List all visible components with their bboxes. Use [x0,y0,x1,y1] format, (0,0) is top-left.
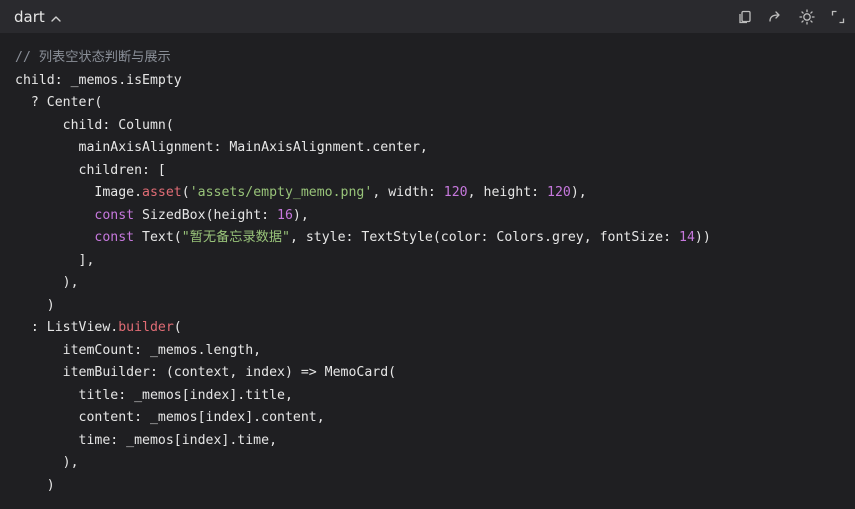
code-line: const SizedBox(height: 16), [15,205,855,228]
code-token: ), [570,185,587,200]
code-token: 'assets/empty_memo.png' [189,185,373,200]
code-token: 16 [277,207,293,223]
code-token: ), [15,455,79,470]
code-block-header: dart [0,0,855,33]
code-line: time: _memos[index].time, [15,430,855,453]
code-token: 120 [547,185,571,200]
code-line: children: [ [15,160,855,183]
code-token: time: _memos[index].time, [15,432,278,448]
code-line: Image.asset('assets/empty_memo.png', wid… [15,182,855,205]
code-token: itemCount: _memos.length, [15,342,262,358]
code-line: child: Column( [15,115,855,138]
code-line: : ListView.builder( [15,317,855,340]
theme-toggle-icon [798,8,815,25]
code-token: : ListView. [15,320,119,335]
code-token: ) [15,477,55,493]
code-line: const Text("暂无备忘录数据", style: TextStyle(c… [15,227,855,250]
code-token: builder [118,320,174,335]
theme-toggle-button[interactable] [797,7,816,26]
copy-icon [738,10,751,23]
code-token: ( [181,185,190,200]
code-line: ), [15,452,855,475]
copy-button[interactable] [735,7,754,26]
code-line: mainAxisAlignment: MainAxisAlignment.cen… [15,137,855,160]
code-token: mainAxisAlignment: MainAxisAlignment.cen… [15,140,428,155]
code-line: // 列表空状态判断与展示 [15,47,855,70]
code-token: Image. [15,185,143,200]
code-token: const [94,207,135,223]
code-token: content: _memos[index].content, [15,410,325,425]
code-token: const [94,230,135,245]
code-token: title: _memos[index].title, [15,387,293,403]
code-token: )) [694,230,711,245]
expand-button[interactable] [828,7,847,26]
code-token: // 列表空状态判断与展示 [15,50,171,65]
chevron-up-icon [50,11,62,23]
code-token: ) [15,297,55,313]
code-line: ) [15,295,855,318]
code-content[interactable]: // 列表空状态判断与展示 child: _memos.isEmpty ? Cen… [0,33,855,497]
code-line: ? Center( [15,92,855,115]
code-token: , height: [467,185,548,200]
code-line: ) [15,475,855,498]
code-line: itemBuilder: (context, index) => MemoCar… [15,362,855,385]
code-toolbar [735,7,847,26]
code-token: ], [15,252,95,268]
code-token: 120 [443,185,468,200]
code-token: ), [292,207,309,223]
code-token: 14 [679,230,695,245]
code-token: Text( [134,230,182,245]
code-token: SizedBox(height: [134,207,278,223]
code-token: , width: [372,185,444,200]
code-token: "暂无备忘录数据" [181,230,290,245]
code-token: ? Center( [15,95,103,110]
share-button[interactable] [766,7,785,26]
code-block: dart // 列表空状态判断与展示 child: _memos.isEmpty… [0,0,855,509]
share-icon [768,10,780,22]
code-line: ], [15,250,855,273]
code-token: child: Column( [15,117,174,133]
code-token: ( [173,320,182,335]
code-line: content: _memos[index].content, [15,407,855,430]
code-line: ), [15,272,855,295]
language-selector[interactable]: dart [14,8,62,26]
code-token: child: _memos.isEmpty [15,72,182,88]
language-label: dart [14,7,45,26]
expand-icon [831,10,844,23]
code-token: ), [15,275,79,290]
code-line: title: _memos[index].title, [15,385,855,408]
code-token: asset [142,185,182,200]
code-line: itemCount: _memos.length, [15,340,855,363]
code-token: children: [ [15,162,166,178]
code-token: , style: TextStyle(color: Colors.grey, f… [289,230,679,245]
code-line: child: _memos.isEmpty [15,70,855,93]
code-token: itemBuilder: (context, index) => MemoCar… [15,365,397,380]
